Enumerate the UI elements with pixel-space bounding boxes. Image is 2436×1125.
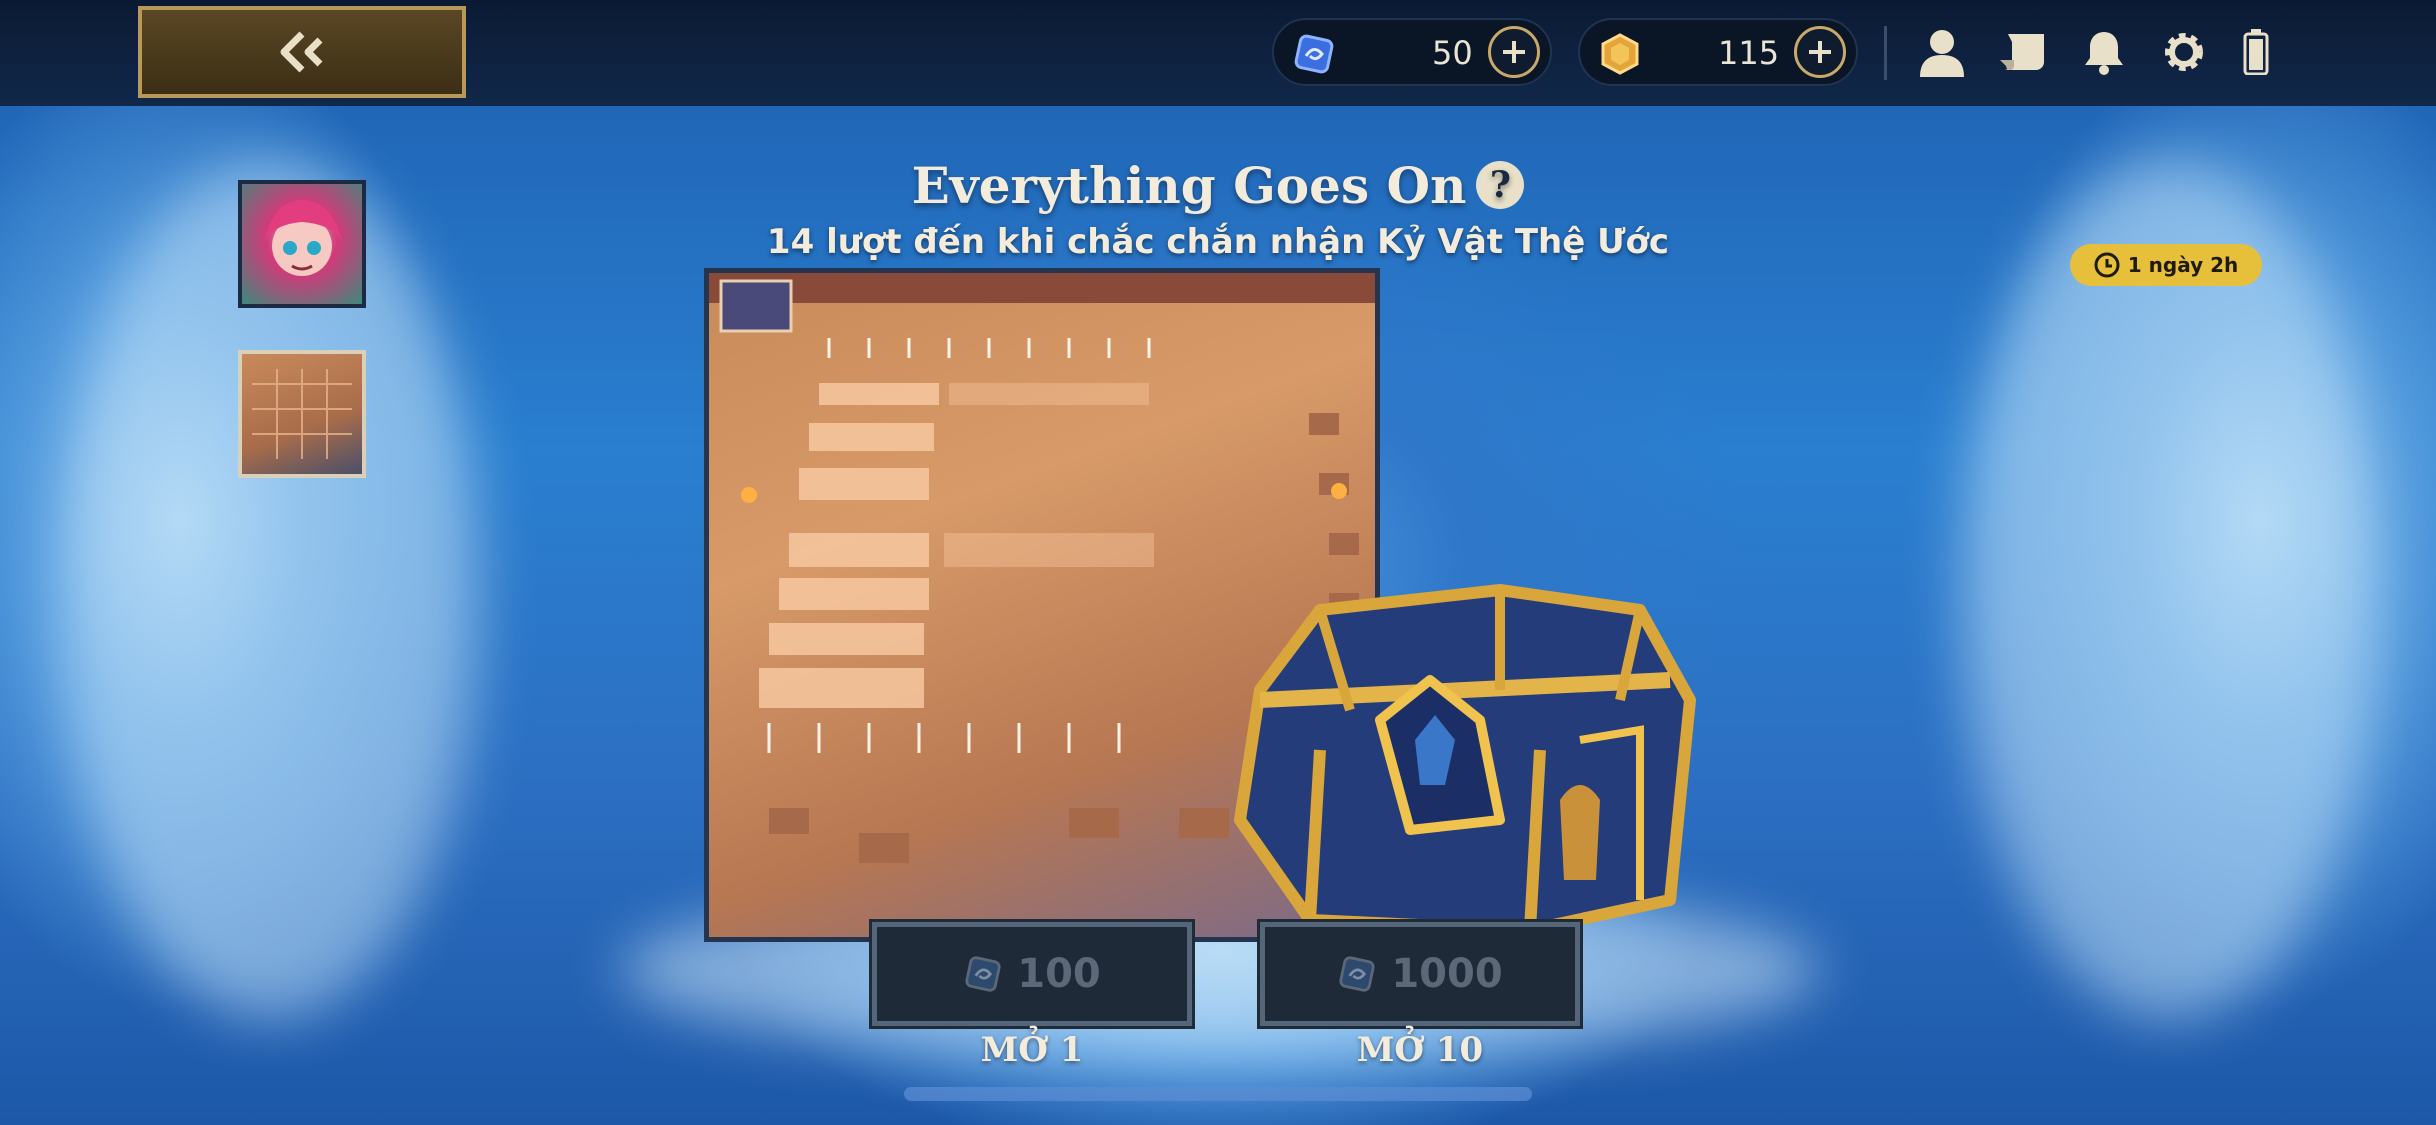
open-one-label: MỞ 1	[980, 1030, 1084, 1070]
carousel-scrollbar[interactable]	[904, 1087, 1532, 1101]
gold-value: 115	[1718, 34, 1780, 72]
treasure-chest	[1200, 570, 1710, 940]
open-one-price: 100	[1017, 951, 1101, 997]
notifications-button[interactable]	[2074, 22, 2134, 82]
thumbnail-arena[interactable]	[238, 350, 366, 478]
essence-value: 50	[1432, 34, 1473, 72]
timer-text: 1 ngày 2h	[2127, 253, 2239, 277]
battery-icon	[2243, 29, 2269, 75]
profile-icon	[1920, 30, 1964, 77]
essence-icon	[1294, 34, 1334, 74]
add-essence-button[interactable]	[1488, 26, 1540, 78]
profile-button[interactable]	[1912, 22, 1972, 82]
gear-icon	[2165, 33, 2203, 71]
help-icon[interactable]: ?	[1476, 161, 1525, 209]
gold-counter: 115	[1578, 18, 1858, 86]
missions-button[interactable]	[1994, 22, 2054, 82]
plus-icon	[1809, 41, 1831, 63]
back-arrow-icon	[280, 31, 323, 73]
plus-icon	[1503, 41, 1525, 63]
essence-icon	[965, 956, 1001, 992]
top-bar-divider	[1884, 26, 1887, 80]
gold-coin-icon	[1601, 33, 1639, 75]
add-gold-button[interactable]	[1794, 26, 1846, 78]
essence-counter: 50	[1272, 18, 1552, 86]
event-title-row: Everything Goes On?	[0, 156, 2436, 215]
arena-thumbnail-icon	[252, 369, 352, 459]
event-timer-badge: 1 ngày 2h	[2070, 244, 2262, 286]
back-button[interactable]	[138, 6, 466, 98]
settings-button[interactable]	[2154, 22, 2214, 82]
open-ten-price: 1000	[1391, 951, 1503, 997]
bell-icon	[2085, 32, 2123, 75]
open-ten-button[interactable]: 1000	[1257, 919, 1583, 1029]
chest-icon	[1234, 584, 1696, 936]
essence-icon	[1339, 956, 1375, 992]
battery-indicator	[2226, 22, 2286, 82]
open-ten-label: MỞ 10	[1356, 1030, 1484, 1070]
cloud-right	[1960, 160, 2380, 1020]
open-one-button[interactable]: 100	[869, 919, 1195, 1029]
scroll-icon	[2000, 34, 2044, 70]
clock-icon	[2094, 252, 2120, 278]
event-title: Everything Goes On	[911, 156, 1467, 215]
